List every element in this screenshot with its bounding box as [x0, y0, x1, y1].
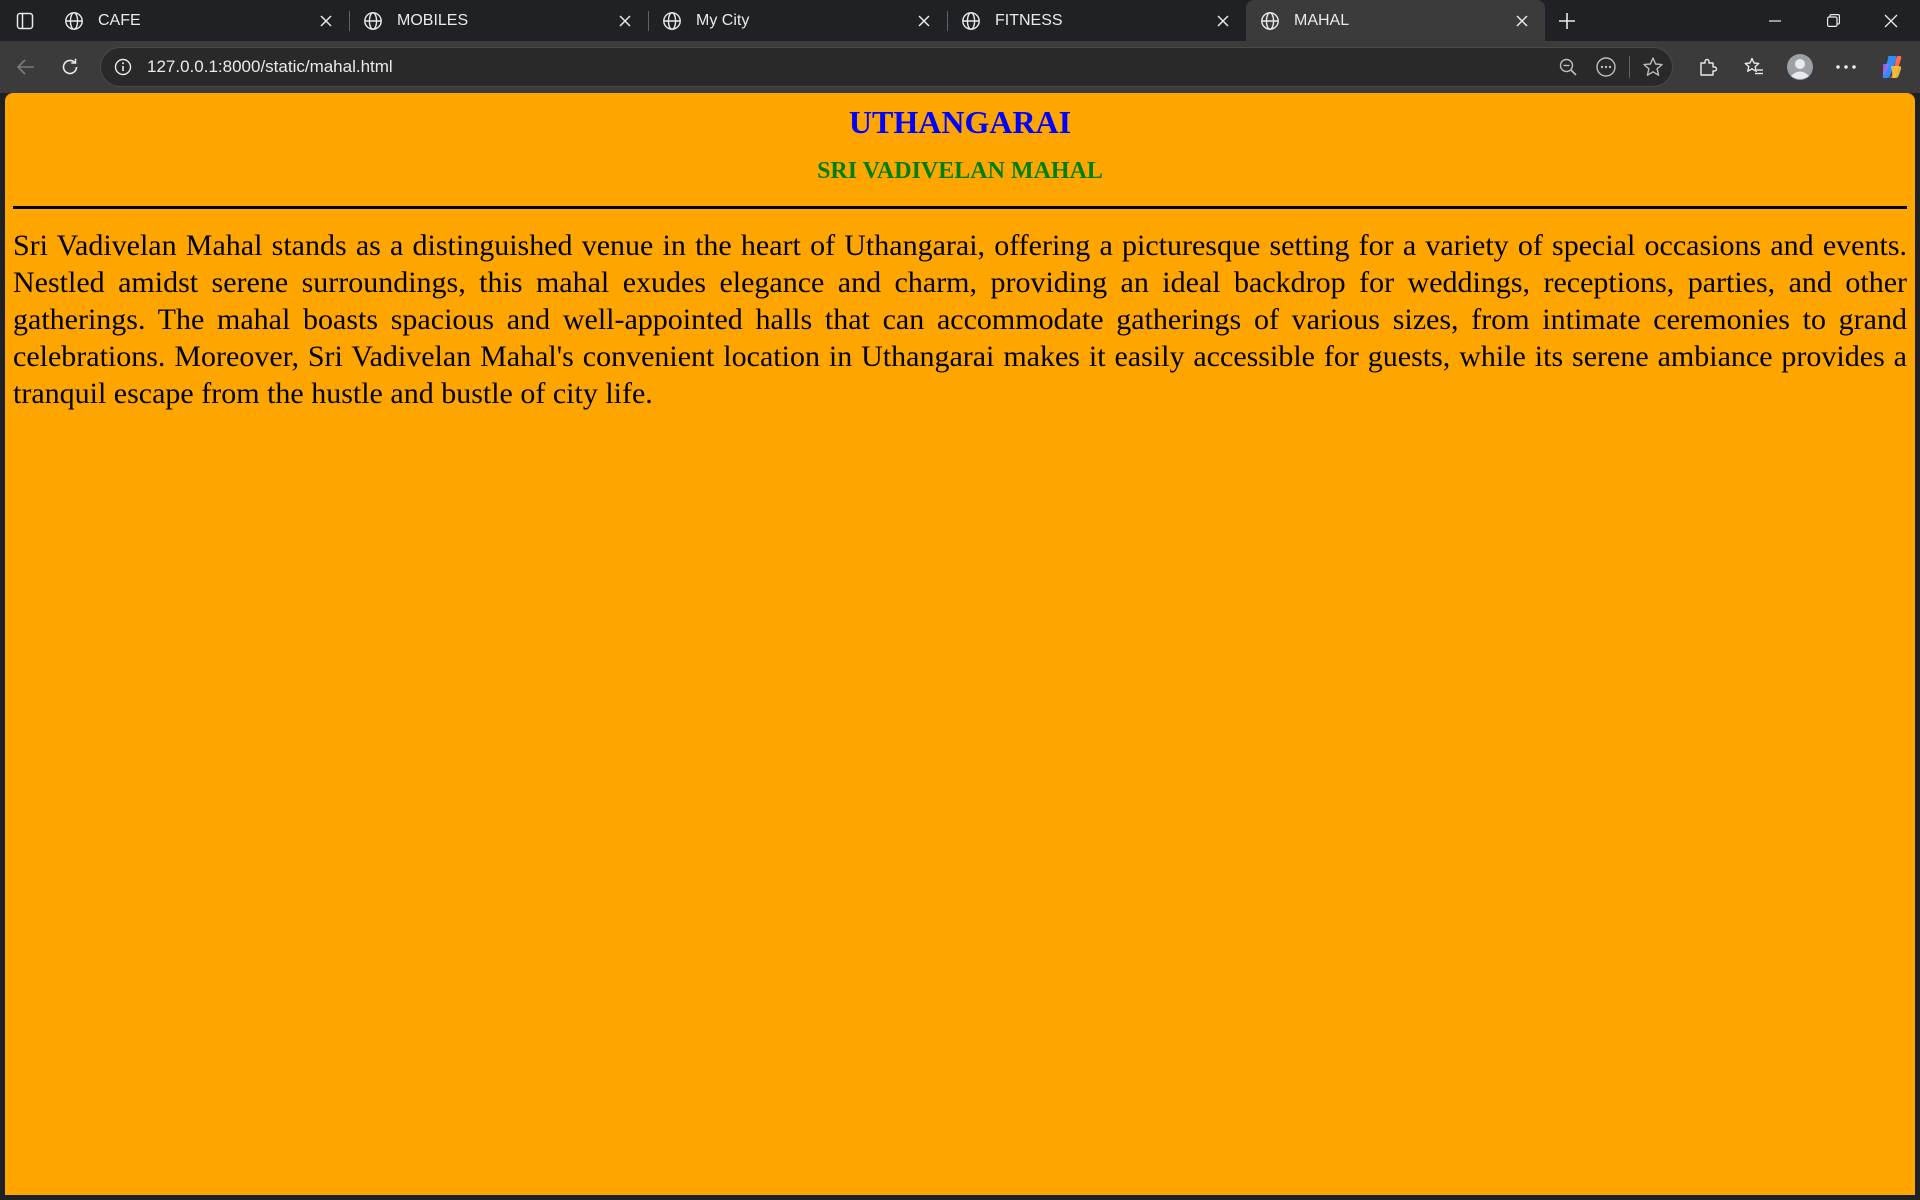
toolbar-actions	[1685, 47, 1915, 87]
tab-mahal[interactable]: MAHAL	[1246, 0, 1545, 41]
close-icon	[1516, 14, 1528, 27]
tab-title: FITNESS	[995, 11, 1063, 29]
globe-icon	[1261, 11, 1279, 30]
settings-menu-button[interactable]	[1823, 47, 1869, 87]
close-tab-button[interactable]	[1511, 10, 1533, 32]
close-tab-button[interactable]	[913, 10, 935, 32]
page-title: UTHANGARAI	[848, 104, 1072, 140]
info-icon	[114, 58, 132, 76]
close-icon	[1884, 14, 1898, 27]
restore-icon	[1826, 14, 1840, 27]
tab-actions-button[interactable]	[0, 0, 50, 41]
close-icon	[619, 14, 631, 27]
favorite-button[interactable]	[1634, 49, 1672, 85]
globe-icon	[962, 11, 980, 30]
tab-title: MAHAL	[1294, 11, 1350, 29]
tab-title: MOBILES	[397, 11, 469, 29]
url-text[interactable]: 127.0.0.1:8000/static/mahal.html	[147, 57, 1549, 77]
close-icon	[1217, 14, 1229, 27]
tab-strip: CAFE MOBILES My City FITNESS MAHAL	[0, 0, 1920, 41]
address-bar[interactable]: 127.0.0.1:8000/static/mahal.html	[100, 47, 1673, 87]
new-tab-button[interactable]	[1545, 0, 1589, 41]
zoom-out-icon	[1559, 58, 1577, 76]
globe-icon	[364, 11, 382, 30]
zoom-button[interactable]	[1549, 49, 1587, 85]
avatar-icon	[1787, 54, 1813, 80]
more-circle-icon	[1596, 57, 1616, 77]
divider	[1629, 56, 1630, 78]
horizontal-rule	[13, 206, 1907, 209]
tab-my-city[interactable]: My City	[648, 0, 947, 41]
close-tab-button[interactable]	[315, 10, 337, 32]
site-info-button[interactable]	[113, 57, 133, 77]
close-window-button[interactable]	[1862, 0, 1920, 41]
copilot-icon	[1882, 56, 1902, 78]
page-actions-button[interactable]	[1587, 49, 1625, 85]
tab-fitness[interactable]: FITNESS	[947, 0, 1246, 41]
reload-button[interactable]	[48, 47, 92, 87]
plus-icon	[1559, 12, 1575, 29]
window-controls	[1746, 0, 1920, 41]
tab-title: My City	[696, 11, 750, 29]
page-subtitle: SRI VADIVELAN MAHAL	[817, 158, 1103, 184]
close-icon	[918, 14, 930, 27]
arrow-left-icon	[16, 59, 34, 75]
extensions-button[interactable]	[1685, 47, 1731, 87]
tab-cafe[interactable]: CAFE	[50, 0, 349, 41]
tab-actions-icon	[16, 12, 34, 29]
browser-toolbar: 127.0.0.1:8000/static/mahal.html	[0, 41, 1920, 93]
tab-mobiles[interactable]: MOBILES	[349, 0, 648, 41]
globe-icon	[65, 11, 83, 30]
copilot-button[interactable]	[1869, 47, 1915, 87]
minimize-button[interactable]	[1746, 0, 1804, 41]
minimize-icon	[1769, 19, 1781, 22]
favorites-button[interactable]	[1731, 47, 1777, 87]
page-viewport: UTHANGARAI SRI VADIVELAN MAHAL Sri Vadiv…	[5, 93, 1915, 1195]
restore-button[interactable]	[1804, 0, 1862, 41]
close-icon	[320, 14, 332, 27]
puzzle-icon	[1700, 58, 1718, 76]
profile-button[interactable]	[1777, 47, 1823, 87]
tab-title: CAFE	[98, 11, 141, 29]
star-icon	[1643, 57, 1663, 76]
reload-icon	[62, 58, 78, 75]
close-tab-button[interactable]	[614, 10, 636, 32]
ellipsis-icon	[1836, 65, 1856, 69]
favorites-list-icon	[1744, 57, 1763, 75]
description-paragraph: Sri Vadivelan Mahal stands as a distingu…	[13, 229, 1907, 410]
close-tab-button[interactable]	[1212, 10, 1234, 32]
globe-icon	[663, 11, 681, 30]
back-button[interactable]	[4, 47, 48, 87]
